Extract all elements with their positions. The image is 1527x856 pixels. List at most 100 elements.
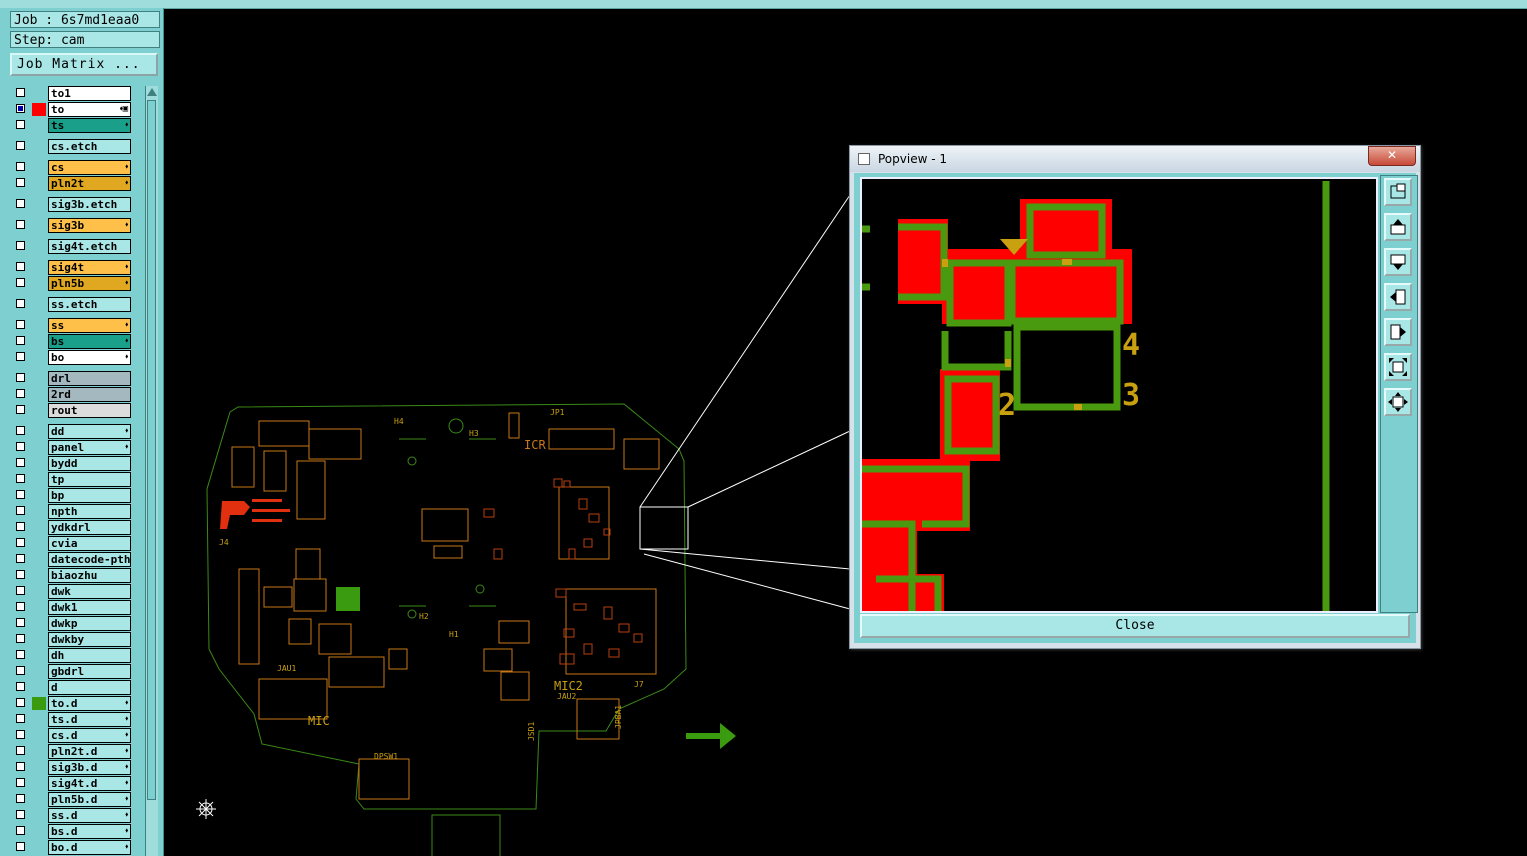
layer-row[interactable]: bo.d ⬪ — [12, 840, 134, 855]
layer-row[interactable]: ss.etch — [12, 297, 134, 312]
layer-row[interactable]: 2rd — [12, 387, 134, 402]
layer-checkbox[interactable] — [16, 810, 25, 819]
layer-checkbox[interactable] — [16, 762, 25, 771]
layer-checkbox[interactable] — [16, 842, 25, 851]
layer-checkbox[interactable] — [16, 794, 25, 803]
layer-name[interactable]: dwkby — [48, 632, 131, 647]
layer-row[interactable]: to.d ⬪ — [12, 696, 134, 711]
layer-row[interactable]: datecode-pth — [12, 552, 134, 567]
zoom-out-button[interactable] — [1384, 388, 1412, 416]
layer-checkbox[interactable] — [16, 746, 25, 755]
layer-row[interactable]: d — [12, 680, 134, 695]
layer-row[interactable]: sig4t ⬪ — [12, 260, 134, 275]
layer-checkbox[interactable] — [16, 490, 25, 499]
layer-row[interactable]: bp — [12, 488, 134, 503]
layer-name[interactable]: ss ⬪ — [48, 318, 131, 333]
layer-checkbox[interactable] — [16, 586, 25, 595]
layer-name[interactable]: bo.d ⬪ — [48, 840, 131, 855]
layer-name[interactable]: bydd — [48, 456, 131, 471]
close-window-button[interactable]: ✕ — [1368, 146, 1416, 166]
layer-name[interactable]: sig3b ⬪ — [48, 218, 131, 233]
layer-checkbox[interactable] — [16, 698, 25, 707]
layer-name[interactable]: ts.d ⬪ — [48, 712, 131, 727]
layer-name[interactable]: panel ⬪ — [48, 440, 131, 455]
layer-checkbox[interactable] — [16, 618, 25, 627]
layer-checkbox[interactable] — [16, 178, 25, 187]
layer-checkbox[interactable] — [16, 141, 25, 150]
layer-checkbox[interactable] — [16, 162, 25, 171]
layer-checkbox[interactable] — [16, 336, 25, 345]
layer-row[interactable]: sig4t.etch — [12, 239, 134, 254]
layer-checkbox[interactable] — [16, 538, 25, 547]
layer-name[interactable]: biaozhu — [48, 568, 131, 583]
layer-row[interactable]: rout — [12, 403, 134, 418]
layer-row[interactable]: drl — [12, 371, 134, 386]
layer-row[interactable]: pln2t.d ⬪ — [12, 744, 134, 759]
layer-name[interactable]: dwkp — [48, 616, 131, 631]
layer-row[interactable]: sig3b ⬪ — [12, 218, 134, 233]
layer-row[interactable]: sig3b.d ⬪ — [12, 760, 134, 775]
layer-row[interactable]: dd ⬪ — [12, 424, 134, 439]
job-matrix-button[interactable]: Job Matrix ... — [10, 53, 158, 76]
layer-row[interactable]: ydkdrl — [12, 520, 134, 535]
layer-name[interactable]: ydkdrl — [48, 520, 131, 535]
layer-name[interactable]: cs.d ⬪ — [48, 728, 131, 743]
layer-row[interactable]: npth — [12, 504, 134, 519]
layer-checkbox[interactable] — [16, 458, 25, 467]
layer-checkbox[interactable] — [16, 199, 25, 208]
layer-name[interactable]: to1 — [48, 86, 131, 101]
layer-row[interactable]: bo ⬪ — [12, 350, 134, 365]
layer-checkbox[interactable] — [16, 602, 25, 611]
layer-checkbox[interactable] — [16, 522, 25, 531]
layer-name[interactable]: bs.d ⬪ — [48, 824, 131, 839]
layer-row[interactable]: biaozhu — [12, 568, 134, 583]
layer-name[interactable]: ss.d ⬪ — [48, 808, 131, 823]
layer-row[interactable]: cs ⬪ — [12, 160, 134, 175]
layer-checkbox[interactable] — [16, 634, 25, 643]
layer-checkbox[interactable] — [16, 730, 25, 739]
layer-name[interactable]: gbdrl — [48, 664, 131, 679]
layer-checkbox[interactable] — [16, 320, 25, 329]
scroll-thumb[interactable] — [147, 100, 156, 800]
layer-name[interactable]: cvia — [48, 536, 131, 551]
layer-row[interactable]: cs.d ⬪ — [12, 728, 134, 743]
layer-row[interactable]: panel ⬪ — [12, 440, 134, 455]
pan-right-button[interactable] — [1384, 318, 1412, 346]
layer-row[interactable]: bs.d ⬪ — [12, 824, 134, 839]
layer-checkbox[interactable] — [16, 554, 25, 563]
layer-checkbox[interactable] — [16, 778, 25, 787]
layer-row[interactable]: to1 — [12, 86, 134, 101]
layer-name[interactable]: to ⬪▣ — [48, 102, 131, 117]
layer-checkbox[interactable] — [16, 352, 25, 361]
layer-name[interactable]: dwk1 — [48, 600, 131, 615]
layer-checkbox[interactable] — [16, 506, 25, 515]
pan-down-button[interactable] — [1384, 248, 1412, 276]
layer-checkbox[interactable] — [16, 650, 25, 659]
layer-row[interactable]: sig3b.etch — [12, 197, 134, 212]
layer-name[interactable]: pln5b ⬪ — [48, 276, 131, 291]
layer-name[interactable]: dh — [48, 648, 131, 663]
layer-name[interactable]: sig4t.d ⬪ — [48, 776, 131, 791]
layer-row[interactable]: ss ⬪ — [12, 318, 134, 333]
layer-row[interactable]: pln5b ⬪ — [12, 276, 134, 291]
scroll-up-icon[interactable] — [147, 88, 157, 96]
layer-row[interactable]: ts.d ⬪ — [12, 712, 134, 727]
layer-name[interactable]: sig4t ⬪ — [48, 260, 131, 275]
layer-checkbox[interactable] — [16, 682, 25, 691]
layer-row[interactable]: bs ⬪ — [12, 334, 134, 349]
layer-row[interactable]: dh — [12, 648, 134, 663]
layer-list-scrollbar[interactable] — [145, 86, 158, 856]
layer-name[interactable]: 2rd — [48, 387, 131, 402]
close-button[interactable]: Close — [860, 614, 1410, 638]
layer-checkbox[interactable] — [16, 373, 25, 382]
zoom-window-button[interactable] — [1384, 178, 1412, 206]
layer-name[interactable]: to.d ⬪ — [48, 696, 131, 711]
layer-name[interactable]: tp — [48, 472, 131, 487]
pan-left-button[interactable] — [1384, 283, 1412, 311]
layer-name[interactable]: cs.etch — [48, 139, 131, 154]
layer-checkbox[interactable] — [16, 426, 25, 435]
layer-checkbox[interactable] — [16, 278, 25, 287]
layer-row[interactable]: ss.d ⬪ — [12, 808, 134, 823]
layer-name[interactable]: pln5b.d ⬪ — [48, 792, 131, 807]
layer-name[interactable]: sig4t.etch — [48, 239, 131, 254]
